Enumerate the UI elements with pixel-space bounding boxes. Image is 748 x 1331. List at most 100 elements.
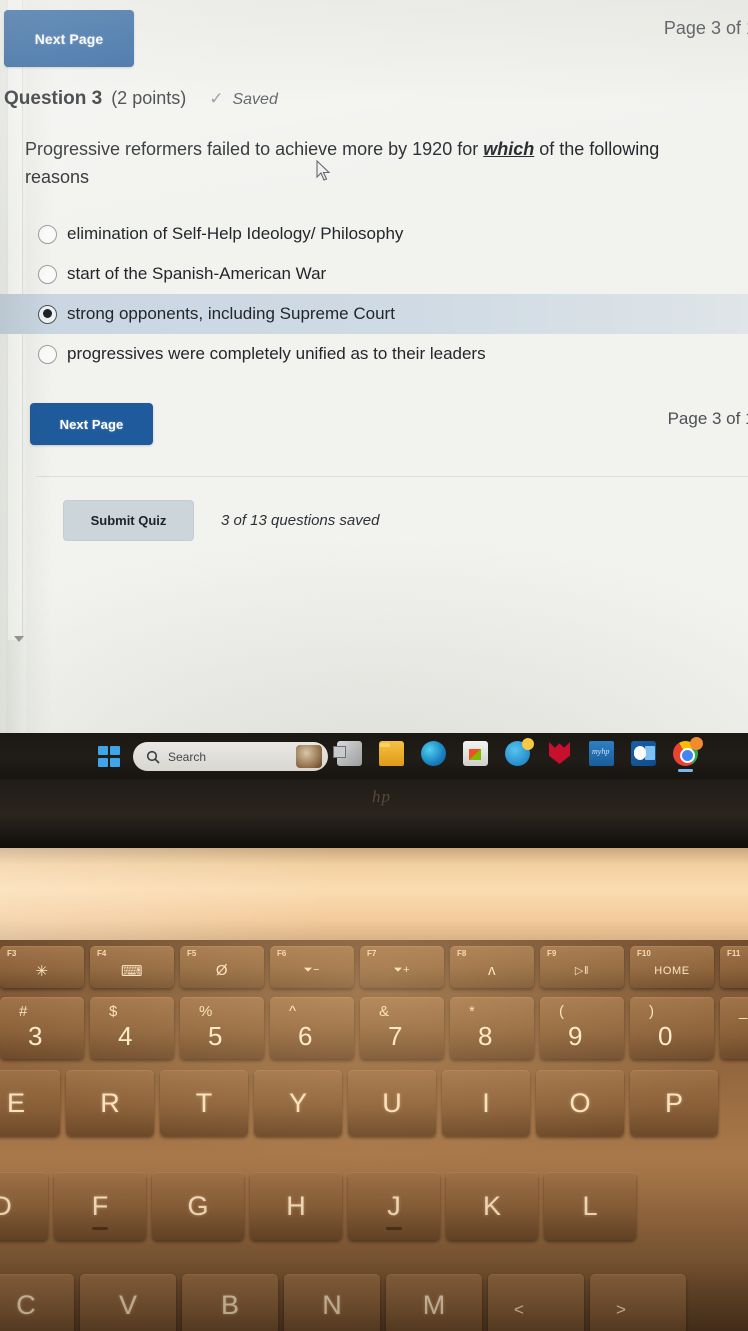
key-letter-label: Y: [288, 1087, 307, 1118]
taskbar-pinned-icons: [333, 737, 703, 772]
radio-button-selected-icon[interactable]: [38, 304, 57, 324]
key-f10[interactable]: F10 HOME: [630, 946, 714, 988]
key-shift-label: (: [559, 1003, 564, 1020]
laptop-screen: Next Page Page 3 of 13 Question 3 (2 poi…: [0, 0, 748, 733]
key-t[interactable]: T: [160, 1070, 248, 1136]
answer-option[interactable]: progressives were completely unified as …: [0, 334, 748, 374]
answer-option-selected[interactable]: strong opponents, including Supreme Cour…: [0, 294, 748, 334]
key-o[interactable]: O: [536, 1070, 624, 1136]
key-5[interactable]: % 5: [180, 997, 264, 1059]
key-h[interactable]: H: [250, 1172, 342, 1240]
key-shift-label: <: [514, 1300, 524, 1319]
question-text-line2: reasons: [25, 167, 90, 187]
answer-option-label: start of the Spanish-American War: [67, 264, 327, 283]
key--[interactable]: _-: [720, 997, 748, 1059]
key-7[interactable]: & 7: [360, 997, 444, 1059]
outlook-icon[interactable]: [631, 741, 656, 766]
key-letter-label: C: [16, 1290, 36, 1320]
key-fn-label: F9: [547, 949, 557, 958]
task-view-icon[interactable]: [333, 741, 362, 766]
key-shift-label: ^: [289, 1003, 297, 1020]
key-8[interactable]: * 8: [450, 997, 534, 1059]
key-r[interactable]: R: [66, 1070, 154, 1136]
key-letter-label: B: [220, 1290, 239, 1320]
edge-icon[interactable]: [421, 741, 446, 766]
key-glyph-icon: HOME: [654, 964, 690, 977]
key-g[interactable]: G: [152, 1172, 244, 1240]
key-base-label: ,: [518, 1326, 524, 1331]
radio-button-icon[interactable]: [38, 344, 57, 364]
key-f7[interactable]: F7 ⏷+: [360, 946, 444, 988]
key-glyph-icon: ✳: [35, 962, 49, 980]
key-p[interactable]: P: [630, 1070, 718, 1136]
microsoft-store-icon[interactable]: [463, 741, 488, 766]
windows-taskbar: Search: [0, 733, 748, 779]
key-i[interactable]: I: [442, 1070, 530, 1136]
answer-options-list: elimination of Self-Help Ideology/ Philo…: [0, 214, 748, 374]
key-f[interactable]: F: [54, 1172, 146, 1240]
answer-option[interactable]: start of the Spanish-American War: [0, 254, 748, 294]
laptop-bezel: Search hp: [0, 733, 748, 848]
key-letter-label: V: [118, 1290, 137, 1320]
key-f4[interactable]: F4 ⌨: [90, 946, 174, 988]
key-f5[interactable]: F5 Ø: [180, 946, 264, 988]
key-u[interactable]: U: [348, 1070, 436, 1136]
key-f11[interactable]: F11END: [720, 946, 748, 988]
question-text-part-a: Progressive reformers failed to achieve …: [25, 139, 484, 159]
answer-option-label: strong opponents, including Supreme Cour…: [67, 304, 395, 323]
key-letter-label: F: [91, 1190, 109, 1221]
start-icon[interactable]: [98, 746, 120, 767]
key-f3[interactable]: F3 ✳: [0, 946, 84, 988]
mouse-cursor-icon: [316, 160, 331, 181]
taskbar-search-box[interactable]: Search: [133, 742, 328, 771]
key-y[interactable]: Y: [254, 1070, 342, 1136]
key-letter-label: H: [286, 1190, 306, 1221]
questions-saved-status: 3 of 13 questions saved: [221, 512, 380, 529]
key-shift-label: >: [616, 1300, 626, 1319]
key-comma[interactable]: <,: [488, 1274, 584, 1331]
key-f8[interactable]: F8 ᴧ: [450, 946, 534, 988]
key-0[interactable]: ) 0: [630, 997, 714, 1059]
key-6[interactable]: ^ 6: [270, 997, 354, 1059]
key-b[interactable]: B: [182, 1274, 278, 1331]
key-letter-label: N: [322, 1290, 342, 1320]
submit-quiz-button[interactable]: Submit Quiz: [63, 500, 194, 541]
key-k[interactable]: K: [446, 1172, 538, 1240]
key-base-label: 4: [118, 1021, 133, 1051]
key-e[interactable]: E: [0, 1070, 60, 1136]
key-v[interactable]: V: [80, 1274, 176, 1331]
myhp-icon[interactable]: [589, 741, 614, 766]
mcafee-icon[interactable]: [547, 741, 572, 766]
key-letter-label: M: [422, 1290, 446, 1320]
key-fn-label: F11: [727, 949, 741, 958]
key-shift-label: &: [379, 1003, 390, 1020]
saved-check-icon: ✓: [209, 89, 224, 108]
key-shift-label: #: [19, 1003, 28, 1020]
key-4[interactable]: $4: [90, 997, 174, 1059]
key-letter-label: P: [664, 1087, 683, 1118]
keyboard-home-row: D F G H JKL: [0, 1172, 746, 1240]
key-base-label: 8: [478, 1021, 493, 1051]
file-explorer-icon[interactable]: [379, 741, 404, 766]
key-d[interactable]: D: [0, 1172, 48, 1240]
key-period[interactable]: >.: [590, 1274, 686, 1331]
key-9[interactable]: (9: [540, 997, 624, 1059]
key-c[interactable]: C: [0, 1274, 74, 1331]
answer-option[interactable]: elimination of Self-Help Ideology/ Philo…: [0, 214, 748, 254]
key-l[interactable]: L: [544, 1172, 636, 1240]
key-j[interactable]: J: [348, 1172, 440, 1240]
next-page-button-bottom[interactable]: Next Page: [30, 403, 153, 445]
help-icon[interactable]: [505, 738, 534, 766]
chrome-icon[interactable]: [673, 737, 703, 772]
key-n[interactable]: N: [284, 1274, 380, 1331]
radio-button-icon[interactable]: [38, 264, 57, 284]
radio-button-icon[interactable]: [38, 224, 57, 244]
key-m[interactable]: M: [386, 1274, 482, 1331]
key-f9[interactable]: F9 ▷‖: [540, 946, 624, 988]
page-indicator-bottom: Page 3 of 13: [667, 409, 748, 428]
key-letter-label: U: [382, 1087, 402, 1118]
key-f6[interactable]: F6 ⏷−: [270, 946, 354, 988]
key-3[interactable]: #3: [0, 997, 84, 1059]
scrollbar-down-arrow-icon[interactable]: [14, 636, 24, 642]
next-page-button-top[interactable]: Next Page: [4, 10, 134, 67]
